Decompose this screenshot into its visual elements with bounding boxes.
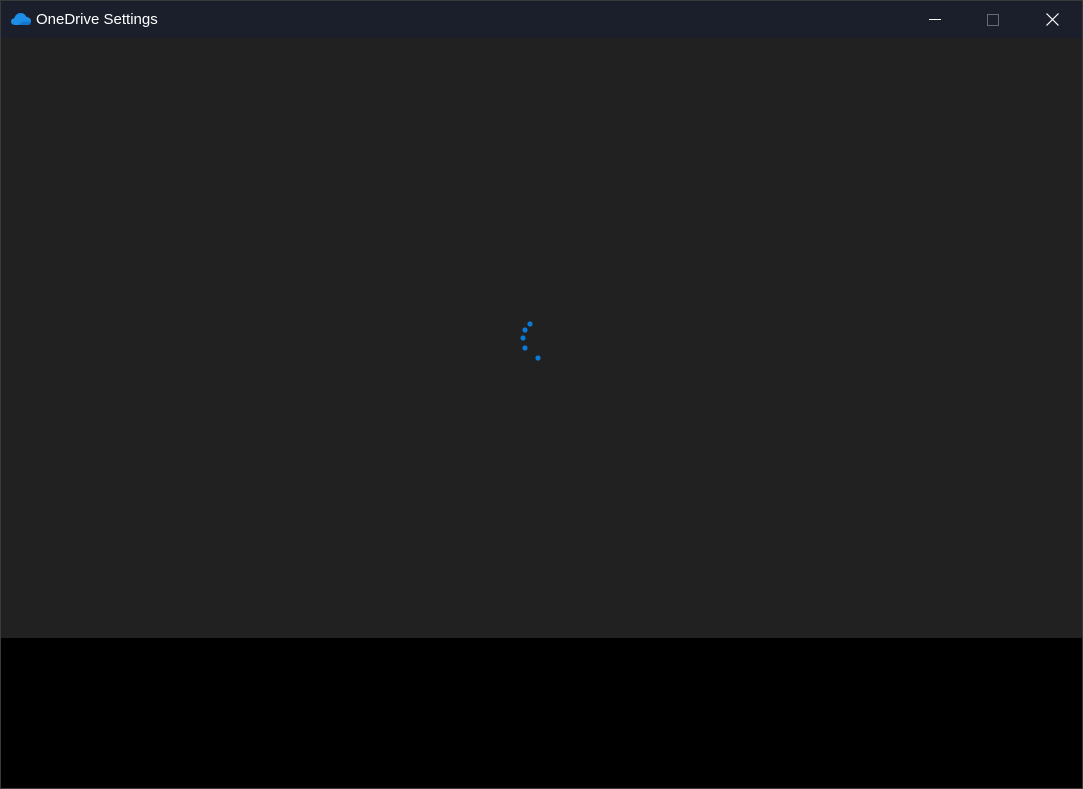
- maximize-icon: [987, 13, 999, 26]
- onedrive-settings-window: OneDrive Settings: [0, 0, 1083, 789]
- maximize-button[interactable]: [964, 1, 1022, 38]
- settings-content-area: [1, 38, 1082, 638]
- minimize-icon: [929, 18, 941, 21]
- minimize-button[interactable]: [906, 1, 964, 38]
- title-bar[interactable]: OneDrive Settings: [1, 1, 1082, 38]
- loading-spinner-icon: [516, 318, 546, 363]
- onedrive-cloud-icon: [10, 12, 32, 26]
- close-button[interactable]: [1023, 1, 1081, 38]
- window-title: OneDrive Settings: [36, 11, 158, 28]
- unrendered-area: [1, 638, 1082, 788]
- close-icon: [1045, 13, 1059, 26]
